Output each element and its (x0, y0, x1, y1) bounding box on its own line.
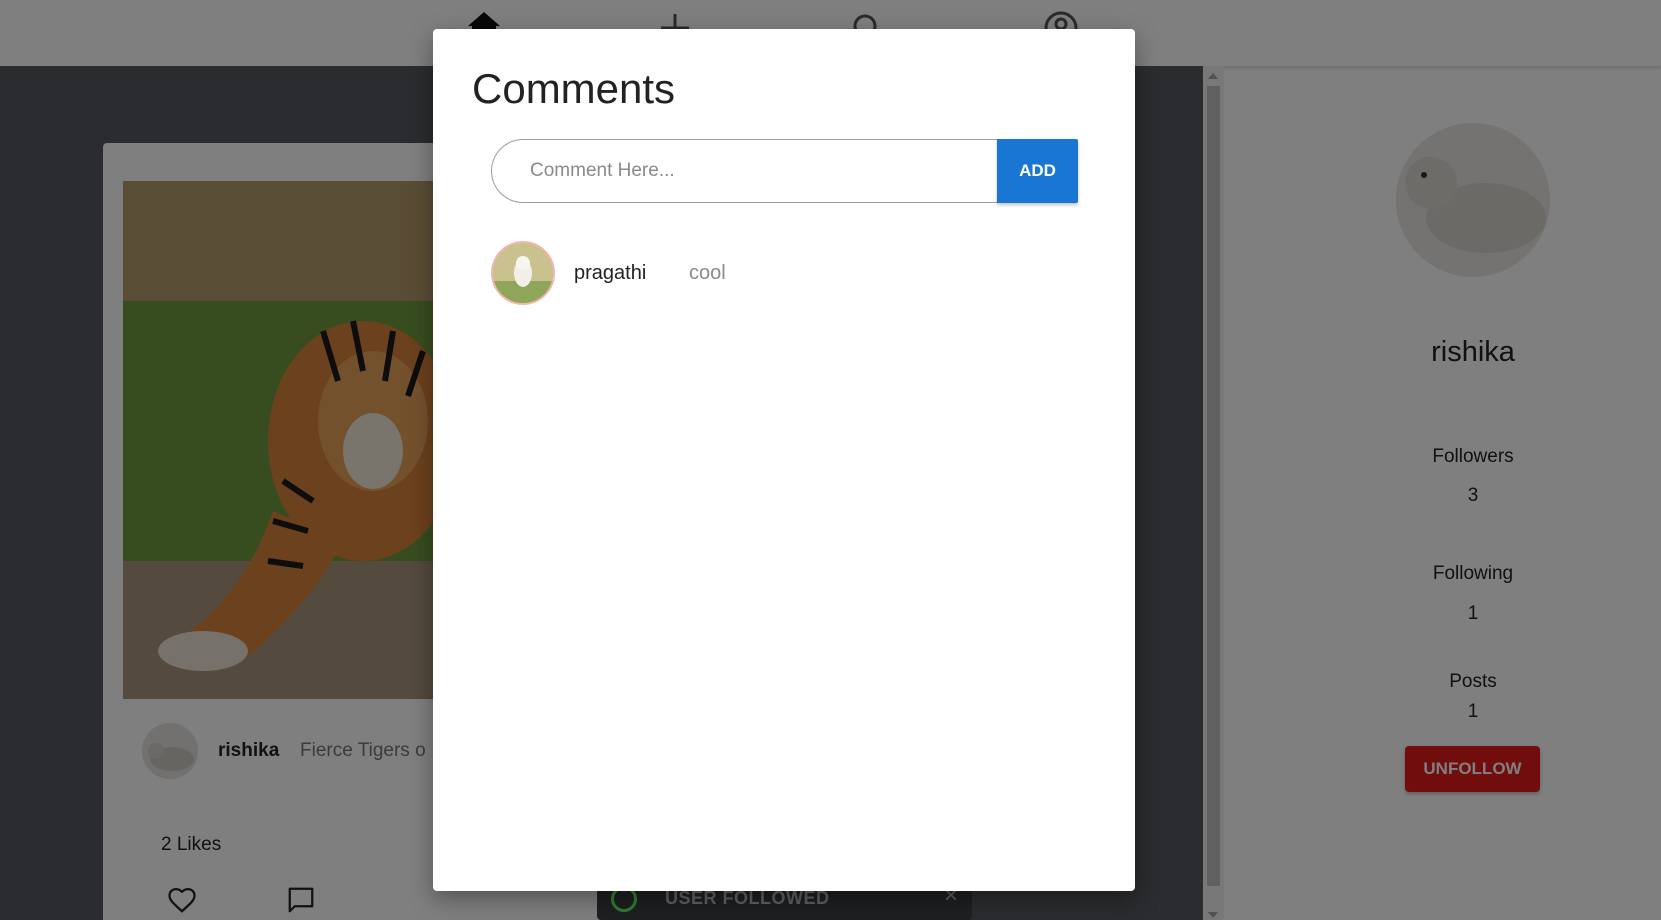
snackbar-message: USER FOLLOWED (665, 888, 830, 908)
comments-modal: Comments ADD pragathi cool (433, 29, 1135, 891)
comment-input[interactable] (491, 139, 998, 203)
commenter-avatar[interactable] (491, 241, 555, 305)
modal-title: Comments (472, 65, 676, 112)
comment-username[interactable]: pragathi (574, 262, 646, 285)
comment-text: cool (689, 262, 726, 284)
comment-item: pragathi cool (491, 241, 1091, 307)
add-comment-button[interactable]: ADD (997, 139, 1078, 203)
